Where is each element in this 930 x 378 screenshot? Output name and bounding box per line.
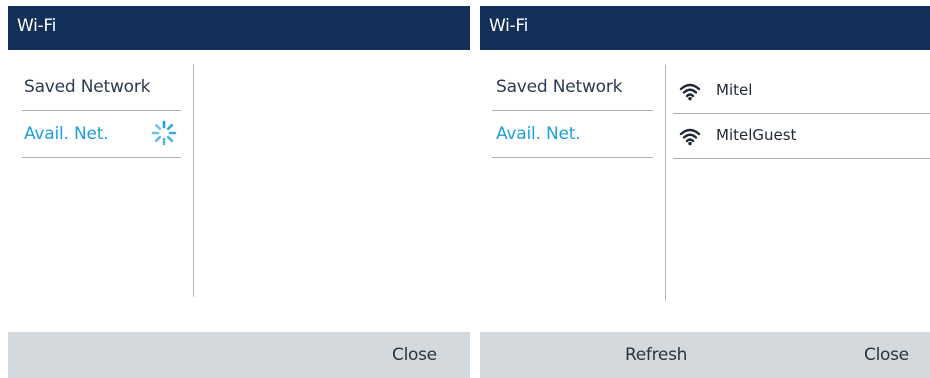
close-button[interactable]: Close <box>392 345 437 365</box>
network-item-mitel[interactable]: Mitel <box>673 69 930 114</box>
close-button[interactable]: Close <box>864 345 909 365</box>
column-divider <box>665 65 666 301</box>
wifi-icon <box>679 83 701 101</box>
wifi-screen-scanning: Wi-Fi Saved Network Avail. Net. Close <box>8 6 470 378</box>
wifi-icon <box>679 128 701 146</box>
title-bar: Wi-Fi <box>8 6 470 50</box>
menu-item-label: Saved Network <box>24 77 151 97</box>
menu-item-avail-net[interactable]: Avail. Net. <box>492 111 653 158</box>
softkey-bar: Refresh Close <box>480 332 930 378</box>
menu-item-label: Saved Network <box>496 77 623 97</box>
menu-item-label: Avail. Net. <box>496 124 581 144</box>
refresh-button[interactable]: Refresh <box>625 345 687 365</box>
menu-item-label: Avail. Net. <box>24 124 109 144</box>
network-name: MitelGuest <box>716 126 797 144</box>
screen-title: Wi-Fi <box>17 16 57 36</box>
menu-item-saved-network[interactable]: Saved Network <box>492 64 653 111</box>
menu-item-avail-net[interactable]: Avail. Net. <box>22 111 181 158</box>
menu-item-saved-network[interactable]: Saved Network <box>22 64 181 111</box>
softkey-bar: Close <box>8 332 470 378</box>
title-bar: Wi-Fi <box>480 6 930 50</box>
column-divider <box>193 64 194 297</box>
network-name: Mitel <box>716 81 753 99</box>
screen-title: Wi-Fi <box>489 16 529 36</box>
network-item-mitelguest[interactable]: MitelGuest <box>673 114 930 159</box>
wifi-screen-results: Wi-Fi Saved Network Avail. Net. Mitel Mi… <box>480 6 930 378</box>
loading-spinner-icon <box>151 120 177 146</box>
